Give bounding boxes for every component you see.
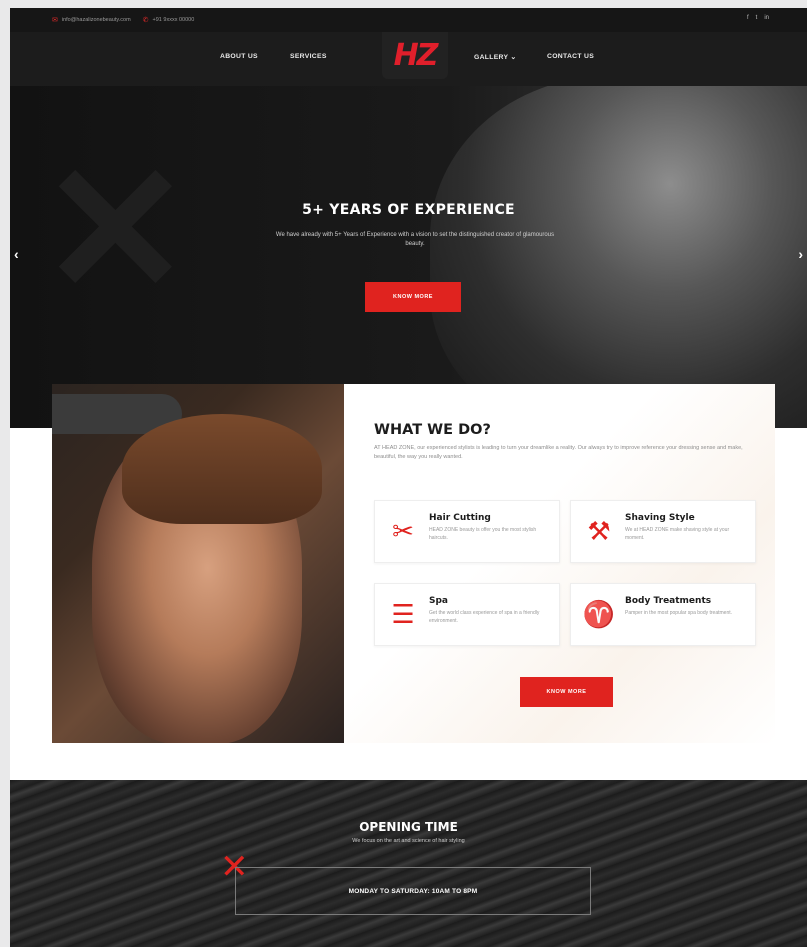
scissors-comb-icon: ✂ xyxy=(392,515,414,546)
nav-about-us[interactable]: ABOUT US xyxy=(220,53,258,60)
services-know-more-button[interactable]: KNOW MORE xyxy=(520,677,613,707)
opening-time-section: OPENING TIME We focus on the art and sci… xyxy=(10,780,807,947)
top-bar: ✉ info@hazalizonebeauty.com ✆ +91 9xxxx … xyxy=(10,8,807,32)
opening-subtitle: We focus on the art and science of hair … xyxy=(352,838,465,844)
site-logo[interactable]: HZ xyxy=(382,32,448,79)
slider-prev-icon[interactable]: ‹ xyxy=(14,246,19,262)
nav-services[interactable]: SERVICES xyxy=(290,53,327,60)
social-links: f t in xyxy=(747,15,769,21)
hair-shape xyxy=(122,414,322,524)
mail-icon: ✉ xyxy=(52,17,58,24)
hero-know-more-button[interactable]: KNOW MORE xyxy=(365,282,461,312)
card-text: We at HEAD ZONE make shaving style at yo… xyxy=(625,527,730,541)
linkedin-icon[interactable]: in xyxy=(764,15,769,21)
phone-icon: ✆ xyxy=(142,17,149,24)
service-card-shaving-style[interactable]: ⚒ Shaving Style We at HEAD ZONE make sha… xyxy=(570,500,756,563)
nav-gallery[interactable]: GALLERY ⌄ xyxy=(474,53,516,61)
body-treatment-icon: ♈ xyxy=(582,598,616,629)
opening-title: OPENING TIME xyxy=(359,820,458,834)
decorative-x-icon: ✕ xyxy=(40,130,191,331)
spa-stones-icon: ☰ xyxy=(391,598,415,629)
hero-model-image xyxy=(430,86,807,428)
card-title: Hair Cutting xyxy=(429,513,491,523)
page: ✉ info@hazalizonebeauty.com ✆ +91 9xxxx … xyxy=(10,8,807,947)
card-title: Spa xyxy=(429,596,448,606)
facebook-icon[interactable]: f xyxy=(747,15,749,21)
section-title: WHAT WE DO? xyxy=(374,422,491,438)
service-card-body-treatments[interactable]: ♈ Body Treatments Pamper in the most pop… xyxy=(570,583,756,646)
email-text: info@hazalizonebeauty.com xyxy=(61,17,131,23)
card-text: Pamper in the most popular spa body trea… xyxy=(625,610,733,616)
service-card-spa[interactable]: ☰ Spa Get the world class experience of … xyxy=(374,583,560,646)
logo-text: HZ xyxy=(393,38,439,73)
twitter-icon[interactable]: t xyxy=(756,15,758,21)
service-card-hair-cutting[interactable]: ✂ Hair Cutting HEAD ZONE beauty is offer… xyxy=(374,500,560,563)
phone-contact[interactable]: ✆ +91 9xxxx 00000 xyxy=(143,16,195,24)
card-text: HEAD ZONE beauty is offer you the most s… xyxy=(429,527,537,541)
razor-icon: ⚒ xyxy=(587,515,611,546)
hero-subtitle: We have already with 5+ Years of Experie… xyxy=(275,232,555,247)
barber-image xyxy=(52,384,344,743)
opening-hours-box: MONDAY TO SATURDAY: 10AM TO 8PM xyxy=(235,867,591,915)
card-title: Body Treatments xyxy=(625,596,712,606)
nav-contact-us[interactable]: CONTACT US xyxy=(547,53,594,60)
hero-slider: ✕ 5+ YEARS OF EXPERIENCE We have already… xyxy=(10,86,807,428)
email-contact[interactable]: ✉ info@hazalizonebeauty.com xyxy=(52,16,131,24)
slider-next-icon[interactable]: › xyxy=(798,246,803,262)
what-we-do-section: WHAT WE DO? AT HEAD ZONE, our experience… xyxy=(344,384,775,743)
card-text: Get the world class experience of spa in… xyxy=(429,610,540,624)
hero-title: 5+ YEARS OF EXPERIENCE xyxy=(302,202,515,218)
section-description: AT HEAD ZONE, our experienced stylists i… xyxy=(374,445,743,460)
opening-hours-text: MONDAY TO SATURDAY: 10AM TO 8PM xyxy=(348,887,478,895)
phone-text: +91 9xxxx 00000 xyxy=(152,17,195,23)
card-title: Shaving Style xyxy=(625,513,695,523)
